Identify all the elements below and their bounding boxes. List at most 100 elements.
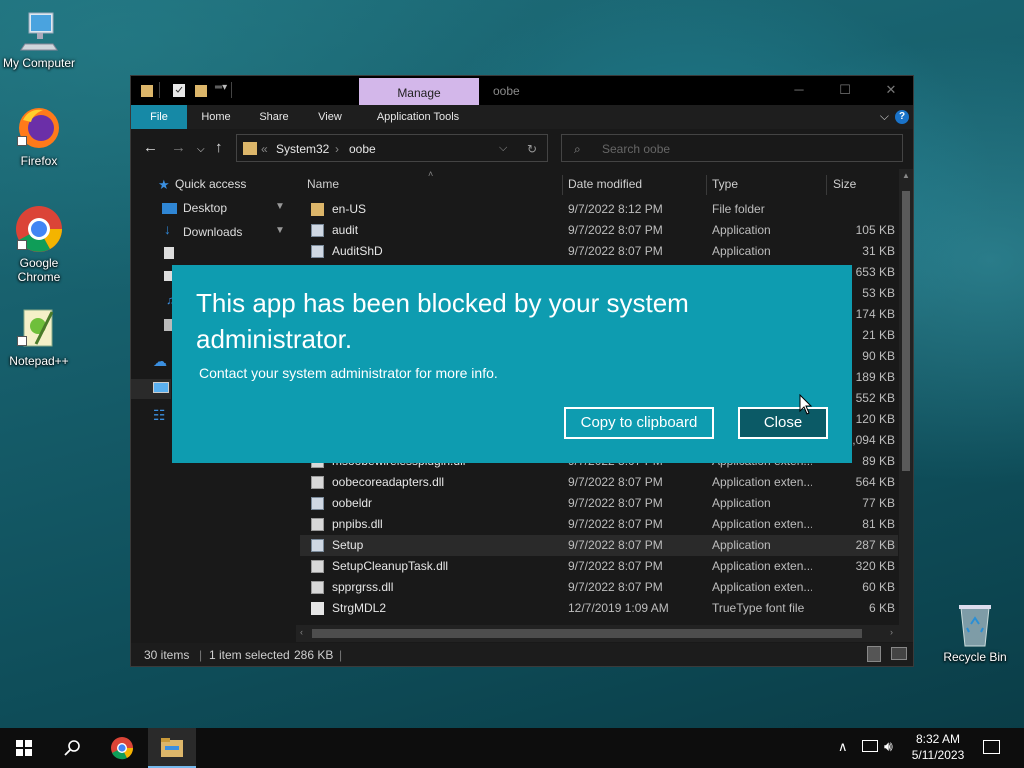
file-date: 9/7/2022 8:07 PM: [568, 580, 663, 594]
pin-icon[interactable]: ▼: [275, 225, 285, 236]
column-divider[interactable]: [826, 175, 827, 195]
search-box[interactable]: ⌕ Search oobe: [561, 134, 903, 162]
ribbon-tabs: File Home Share View Application Tools ⌵…: [131, 105, 913, 129]
taskbar-chrome[interactable]: [98, 728, 146, 768]
scroll-right-icon[interactable]: ›: [890, 627, 893, 637]
file-size: 31 KB: [862, 244, 895, 258]
file-type: TrueType font file: [712, 601, 805, 615]
file-size: 6 KB: [868, 601, 895, 615]
up-arrow-icon[interactable]: ↑: [215, 139, 223, 157]
tab-home[interactable]: Home: [193, 105, 239, 129]
pin-icon[interactable]: ▼: [275, 201, 285, 212]
new-folder-icon[interactable]: [195, 83, 207, 97]
back-arrow-icon[interactable]: ←: [143, 139, 158, 157]
expand-ribbon-icon[interactable]: ⌵: [880, 109, 889, 124]
volume-icon[interactable]: 🔊︎: [884, 738, 893, 755]
file-size: 287 KB: [855, 538, 895, 552]
start-button[interactable]: [0, 728, 48, 768]
desktop-icon-notepad-plus-plus[interactable]: Notepad++: [1, 306, 77, 368]
column-header-size[interactable]: Size: [833, 177, 856, 191]
desktop-icon-my-computer[interactable]: My Computer: [1, 10, 77, 70]
clock[interactable]: 8:32 AM 5/11/2023: [904, 731, 972, 763]
application-icon: [311, 497, 324, 510]
file-type: Application exten...: [712, 580, 812, 594]
nav-quick-access[interactable]: Quick access: [175, 174, 246, 194]
scrollbar-thumb[interactable]: [902, 191, 910, 471]
table-row[interactable]: AuditShD 9/7/2022 8:07 PM Application 31 KB: [300, 241, 898, 262]
selection-count: 1 item selected: [209, 648, 290, 662]
horizontal-scrollbar[interactable]: ‹ ›: [296, 625, 913, 642]
file-explorer-icon: [161, 738, 183, 757]
nav-downloads[interactable]: Downloads: [183, 222, 242, 242]
column-header-name[interactable]: Name: [307, 177, 339, 191]
table-row[interactable]: pnpibs.dll 9/7/2022 8:07 PM Application ex…: [300, 514, 898, 535]
customize-quick-access-icon[interactable]: ═▾: [215, 82, 227, 93]
file-type: Application: [712, 223, 771, 237]
folder-icon: [311, 203, 324, 216]
details-view-icon[interactable]: [867, 646, 881, 662]
address-bar[interactable]: « System32 › oobe ⌵ ↻: [236, 134, 548, 162]
forward-arrow-icon[interactable]: →: [171, 139, 186, 157]
table-row[interactable]: oobeldr 9/7/2022 8:07 PM Application 77 KB: [300, 493, 898, 514]
search-button[interactable]: [48, 728, 96, 768]
selection-size: 286 KB: [294, 648, 334, 662]
tab-application-tools[interactable]: Application Tools: [363, 105, 473, 129]
documents-icon: [164, 247, 174, 259]
network-icon[interactable]: [862, 740, 878, 752]
search-icon: [64, 740, 80, 756]
vertical-scrollbar[interactable]: ▲: [899, 169, 913, 625]
help-icon[interactable]: ?: [895, 110, 909, 124]
table-row[interactable]: oobecoreadapters.dll 9/7/2022 8:07 PM Appl…: [300, 472, 898, 493]
properties-icon[interactable]: [173, 83, 185, 97]
search-input[interactable]: Search oobe: [602, 142, 670, 156]
address-dropdown-icon[interactable]: ⌵: [499, 142, 507, 155]
column-divider[interactable]: [706, 175, 707, 195]
minimize-icon[interactable]: ─: [777, 80, 821, 100]
scroll-left-icon[interactable]: ‹: [300, 627, 303, 637]
maximize-icon[interactable]: ☐: [823, 80, 867, 100]
scroll-up-icon[interactable]: ▲: [902, 171, 910, 180]
title-bar[interactable]: ═▾ Manage oobe ─ ☐ ✕: [131, 76, 913, 106]
app-blocked-dialog: This app has been blocked by your system…: [172, 265, 852, 463]
column-header-date[interactable]: Date modified: [568, 177, 642, 191]
breadcrumb-system32[interactable]: System32: [276, 142, 329, 156]
table-row[interactable]: spprgrss.dll 9/7/2022 8:07 PM Application …: [300, 577, 898, 598]
file-name: AuditShD: [332, 244, 383, 258]
star-icon: ★: [158, 177, 170, 192]
network-icon[interactable]: ☷: [153, 407, 166, 424]
table-row[interactable]: Setup 9/7/2022 8:07 PM Application 287 KB: [300, 535, 898, 556]
notifications-icon[interactable]: [983, 740, 1000, 754]
file-type: Application: [712, 538, 771, 552]
show-hidden-icons-chevron-icon[interactable]: ∧: [838, 739, 848, 755]
tab-file[interactable]: File: [131, 105, 187, 129]
copy-to-clipboard-button[interactable]: Copy to clipboard: [564, 407, 714, 439]
tab-share[interactable]: Share: [251, 105, 297, 129]
desktop-icon-firefox[interactable]: Firefox: [1, 106, 77, 168]
close-window-icon[interactable]: ✕: [869, 80, 913, 100]
table-row[interactable]: StrgMDL2 12/7/2019 1:09 AM TrueType font f…: [300, 598, 898, 619]
tab-view[interactable]: View: [307, 105, 353, 129]
close-button[interactable]: Close: [738, 407, 828, 439]
table-row[interactable]: en-US 9/7/2022 8:12 PM File folder: [300, 199, 898, 220]
taskbar-file-explorer[interactable]: [148, 728, 196, 768]
desktop-icon-label: Google Chrome: [17, 256, 61, 284]
divider: |: [199, 648, 203, 662]
desktop-icon-google-chrome[interactable]: Google Chrome: [1, 204, 77, 284]
column-header-type[interactable]: Type: [712, 177, 738, 191]
file-size: 89 KB: [862, 454, 895, 468]
refresh-icon[interactable]: ↻: [527, 142, 537, 156]
nav-desktop[interactable]: Desktop: [183, 198, 227, 218]
table-row[interactable]: SetupCleanupTask.dll 9/7/2022 8:07 PM Appl…: [300, 556, 898, 577]
table-row[interactable]: audit 9/7/2022 8:07 PM Application 105 KB: [300, 220, 898, 241]
this-pc-icon[interactable]: [153, 382, 169, 393]
breadcrumb-oobe[interactable]: oobe: [349, 142, 376, 156]
desktop-icon-recycle-bin[interactable]: Recycle Bin: [937, 602, 1013, 664]
recent-locations-chevron-icon[interactable]: ⌵: [197, 141, 205, 159]
column-divider[interactable]: [562, 175, 563, 195]
contextual-tab-manage[interactable]: Manage: [359, 78, 479, 106]
large-icons-view-icon[interactable]: [891, 647, 907, 660]
divider: |: [339, 648, 343, 662]
file-size: 105 KB: [855, 223, 895, 237]
file-name: Setup: [332, 538, 364, 552]
scrollbar-thumb[interactable]: [312, 629, 862, 638]
